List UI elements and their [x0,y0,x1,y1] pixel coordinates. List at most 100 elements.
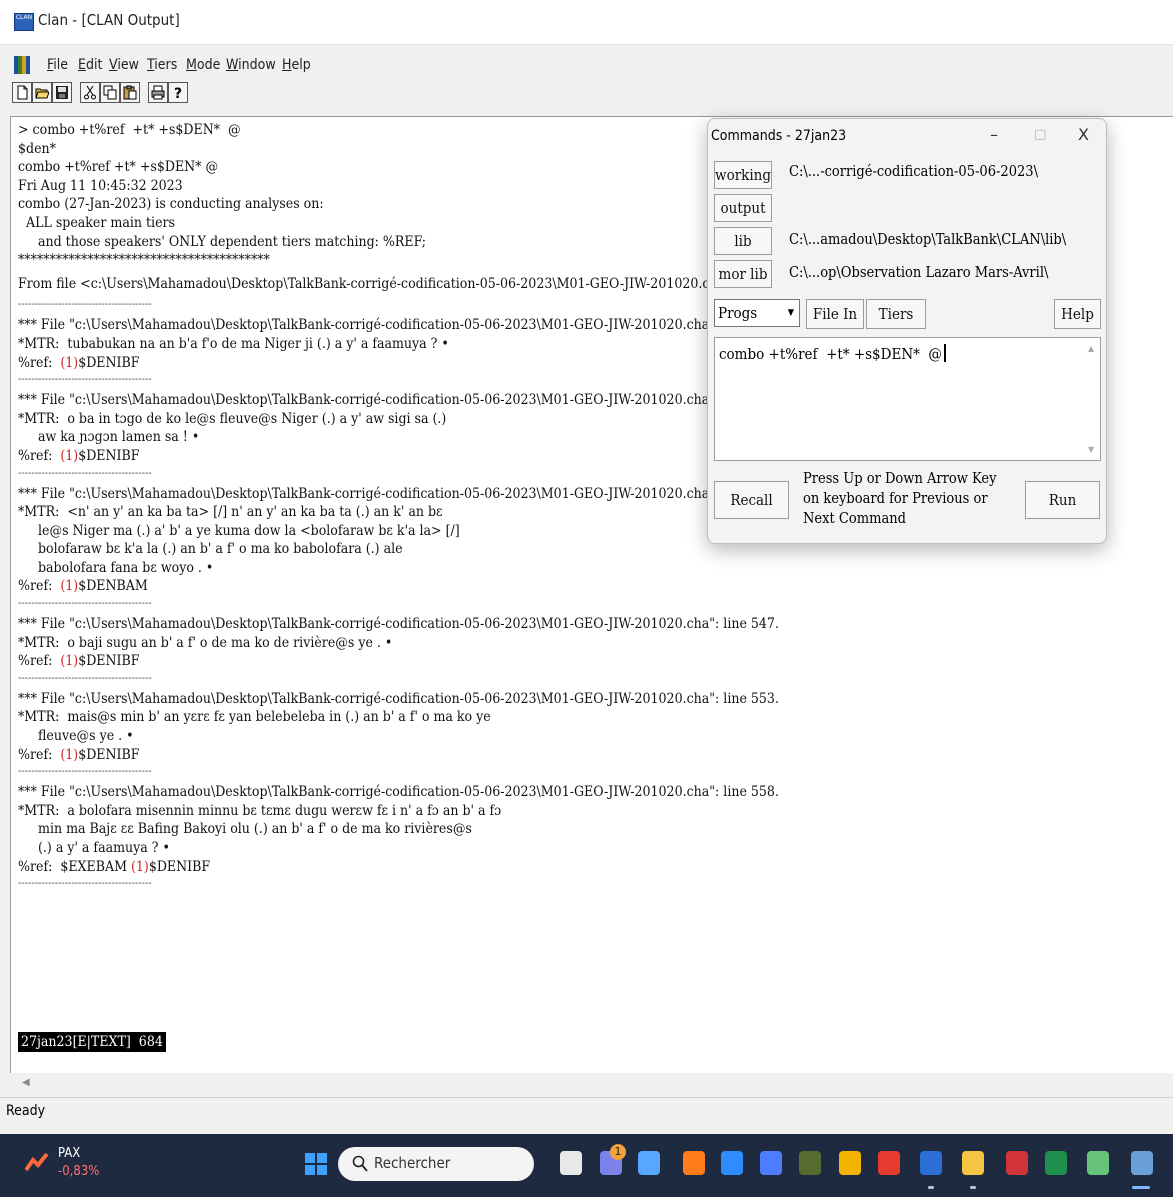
acrobat-icon[interactable] [878,1151,900,1175]
output-line: *** File "c:\Users\Mahamadou\Desktop\Tal… [18,616,779,633]
command-text: combo +t%ref +t* +s$DEN* @ [719,345,942,363]
file-explorer-icon[interactable] [962,1151,984,1175]
output-text: > combo +t%ref +t* +s$DEN* @ $den* combo +… [18,121,779,895]
save-icon[interactable] [52,82,72,103]
menu-tiers[interactable]: Tiers [147,57,177,73]
output-line: > combo +t%ref +t* +s$DEN* @ [18,122,241,138]
copy-icon[interactable] [100,82,120,103]
output-line: *** File "c:\Users\Mahamadou\Desktop\Tal… [18,784,779,801]
separator-line: ---------------------------------------- [18,596,152,610]
menu-help[interactable]: Help [282,57,311,73]
windows-start-icon[interactable] [305,1153,327,1175]
chrome-icon[interactable] [839,1151,861,1175]
notepad-icon[interactable] [638,1151,660,1175]
print-icon[interactable] [148,82,168,103]
output-line: and those speakers' ONLY dependent tiers… [18,233,427,250]
output-line: %ref: (1)$DENIBF [18,447,140,464]
output-line: %ref: (1)$DENIBF [18,653,140,670]
word-icon[interactable] [920,1151,942,1175]
output-line: *** File "c:\Users\Mahamadou\Desktop\Tal… [18,317,779,334]
output-line: aw ka ɲɔgɔn lamen sa ! • [18,429,200,446]
scroll-left-arrow-icon[interactable]: ◀ [22,1077,30,1088]
output-line: babolofara fana bɛ woyo . • [18,559,214,576]
output-line: ALL speaker main tiers [18,214,176,231]
window-title: Clan - [CLAN Output] [38,11,180,29]
output-line: *MTR: o baji sugu an b' a f' o de ma ko … [18,634,393,651]
output-line: %ref: (1)$DENIBF [18,354,140,371]
output-line: **************************************** [18,252,270,269]
file-in-button[interactable]: File In [806,299,864,329]
commands-window: Commands - 27jan23 – ☐ X working C:\...-… [707,118,1107,544]
separator-line: ---------------------------------------- [18,372,152,386]
output-line: *** File "c:\Users\Mahamadou\Desktop\Tal… [18,690,779,707]
tiers-button[interactable]: Tiers [866,299,926,329]
output-button[interactable]: output [714,194,772,222]
document-window-icon[interactable] [14,56,30,74]
copilot-icon[interactable] [760,1151,782,1175]
output-line: *MTR: a bolofara misennin minnu bɛ tɛmɛ … [18,802,502,819]
menu-view[interactable]: View [109,57,139,73]
help-button[interactable]: Help [1054,299,1101,329]
scroll-up-arrow-icon[interactable]: ▲ [1088,344,1094,353]
droplet-app-icon[interactable] [721,1151,743,1175]
horizontal-scrollbar[interactable]: ◀ [10,1073,1173,1095]
clan-app-icon[interactable] [1131,1151,1153,1175]
output-line: *MTR: tubabukan na an b'a f'o de ma Nige… [18,335,449,352]
active-app-indicator [1132,1186,1150,1189]
output-line: combo +t%ref +t* +s$DEN* @ [18,159,219,176]
output-line: *** File "c:\Users\Mahamadou\Desktop\Tal… [18,485,779,502]
search-icon [352,1155,368,1172]
windows-taskbar: PAX -0,83% Rechercher 1 [0,1134,1173,1197]
open-folder-icon[interactable] [32,82,52,103]
separator-line: ---------------------------------------- [18,876,152,890]
running-app-indicator [928,1186,934,1189]
working-path: C:\...-corrigé-codification-05-06-2023\ [789,164,1038,180]
minimize-button[interactable]: – [990,125,998,144]
cut-icon[interactable] [80,82,100,103]
lib-button[interactable]: lib [714,227,772,255]
help-question-icon[interactable]: ? [168,82,188,103]
stock-change: -0,83% [58,1164,100,1179]
text-caret [943,344,946,362]
output-line: From file <c:\Users\Mahamadou\Desktop\Ta… [18,275,736,292]
menu-mode[interactable]: Mode [186,57,220,73]
separator-line: ---------------------------------------- [18,670,152,684]
progs-dropdown[interactable]: Progs ▼ [714,299,800,327]
clan-app-icon: CLAN [14,13,34,31]
scroll-down-arrow-icon[interactable]: ▼ [1088,445,1094,454]
menu-edit[interactable]: Edit [78,57,102,73]
output-line: combo (27-Jan-2023) is conducting analys… [18,196,324,213]
output-line: (.) a y' a faamuya ? • [18,840,170,856]
output-line: *** File "c:\Users\Mahamadou\Desktop\Tal… [18,392,779,409]
title-bar: CLAN Clan - [CLAN Output] [0,0,1173,45]
document-app-icon[interactable] [1087,1151,1109,1175]
tally-app-icon[interactable] [799,1151,821,1175]
search-placeholder: Rechercher [374,1154,451,1172]
svg-text:?: ? [174,86,182,100]
output-status-code: 27jan23[E|TEXT] 684 [18,1032,166,1052]
working-button[interactable]: working [714,161,772,189]
stock-ticker[interactable]: PAX [58,1146,80,1161]
output-line: le@s Niger ma (.) a' b' a ye kuma dow la… [18,522,460,539]
maximize-button: ☐ [1034,128,1047,144]
new-file-icon[interactable] [12,82,32,103]
mor-lib-path: C:\...op\Observation Lazaro Mars-Avril\ [789,265,1049,281]
shield-app-icon[interactable] [1006,1151,1028,1175]
command-input-scrollbar[interactable]: ▲ ▼ [1084,338,1100,460]
run-button[interactable]: Run [1025,481,1100,519]
menu-file[interactable]: File [47,57,68,73]
recall-button[interactable]: Recall [714,481,789,519]
mor-lib-button[interactable]: mor lib [714,260,772,288]
command-input[interactable]: combo +t%ref +t* +s$DEN* @ ▲ ▼ [714,337,1101,461]
firefox-icon[interactable] [683,1151,705,1175]
menu-bar: File Edit View Tiers Mode Window Help [0,52,1173,80]
close-button[interactable]: X [1078,125,1089,144]
menu-window[interactable]: Window [226,57,276,73]
paste-icon[interactable] [120,82,140,103]
stock-chart-icon[interactable] [25,1150,49,1174]
excel-icon[interactable] [1045,1151,1067,1175]
task-view-icon[interactable] [560,1151,582,1175]
taskbar-search-box[interactable]: Rechercher [338,1147,534,1181]
chevron-down-icon: ▼ [787,308,794,318]
output-line: bolofaraw bɛ k'a la (.) an b' a f' o ma … [18,541,403,558]
